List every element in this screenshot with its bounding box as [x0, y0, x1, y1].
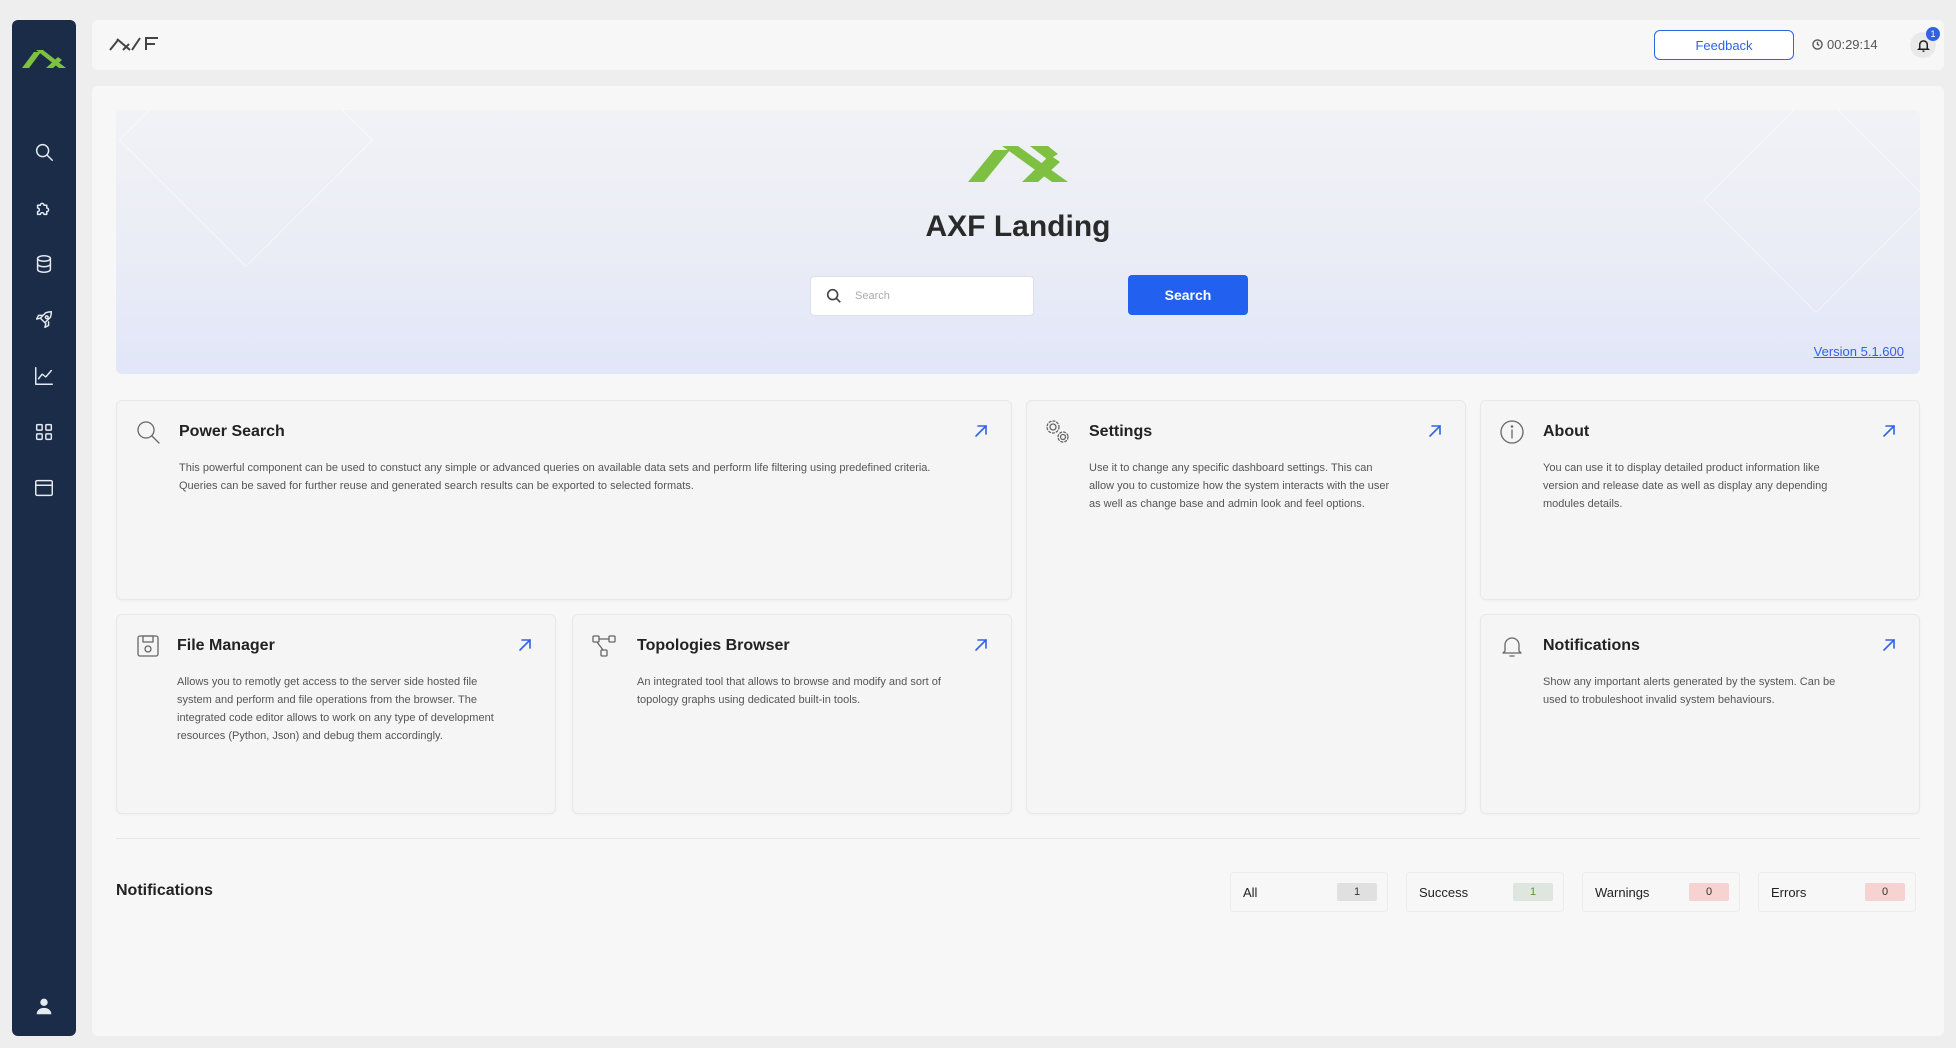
filter-label: All — [1243, 884, 1258, 900]
session-timer: 00:29:14 — [1812, 37, 1878, 52]
search-box — [810, 276, 1034, 316]
timer-value: 00:29:14 — [1827, 37, 1878, 52]
search-button[interactable]: Search — [1128, 275, 1248, 315]
axf-logo-icon[interactable] — [22, 46, 66, 72]
version-link[interactable]: Version 5.1.600 — [1814, 344, 1904, 359]
card-notifications[interactable]: Notifications Show any important alerts … — [1480, 614, 1920, 814]
card-settings[interactable]: Settings Use it to change any specific d… — [1026, 400, 1466, 814]
sidebar — [12, 20, 76, 1036]
card-title: File Manager — [177, 637, 275, 654]
open-arrow-icon[interactable] — [1881, 423, 1897, 439]
notification-count-badge: 1 — [1926, 27, 1940, 41]
filter-count-badge: 1 — [1513, 883, 1553, 901]
card-about[interactable]: About You can use it to display detailed… — [1480, 400, 1920, 600]
floppy-disk-icon — [135, 633, 161, 659]
info-icon — [1499, 419, 1525, 445]
rocket-icon — [35, 311, 53, 329]
filter-label: Success — [1419, 884, 1469, 900]
chart-line-icon — [35, 367, 53, 385]
filter-label: Errors — [1771, 884, 1807, 900]
sidebar-item-search[interactable] — [28, 136, 60, 168]
card-file-manager[interactable]: File Manager Allows you to remotly get a… — [116, 614, 556, 814]
open-arrow-icon[interactable] — [1881, 637, 1897, 653]
clock-icon — [1812, 39, 1823, 50]
divider — [116, 838, 1920, 839]
card-description: Show any important alerts generated by t… — [1543, 676, 1836, 706]
card-description: An integrated tool that allows to browse… — [637, 676, 941, 706]
topology-icon — [591, 633, 617, 659]
sidebar-item-browser[interactable] — [28, 472, 60, 504]
card-description: Allows you to remotly get access to the … — [177, 676, 494, 742]
sidebar-item-user[interactable] — [28, 990, 60, 1022]
axf-wordmark-icon[interactable] — [108, 34, 160, 54]
notifications-section-title: Notifications — [116, 882, 213, 899]
sidebar-item-deploy[interactable] — [28, 304, 60, 336]
main-content: AXF Landing Search Version 5.1.600 Power… — [92, 86, 1944, 1036]
window-icon — [35, 479, 53, 497]
card-title: About — [1543, 423, 1590, 440]
sidebar-item-analytics[interactable] — [28, 360, 60, 392]
axf-logo-icon — [968, 146, 1068, 182]
top-bar: Feedback 00:29:14 1 — [92, 20, 1944, 70]
sidebar-item-plugins[interactable] — [28, 192, 60, 224]
grid-icon — [35, 423, 53, 441]
search-icon — [826, 288, 841, 303]
open-arrow-icon[interactable] — [973, 423, 989, 439]
page-title: AXF Landing — [925, 210, 1111, 243]
filter-warnings[interactable]: Warnings 0 — [1582, 872, 1740, 912]
filter-count-badge: 0 — [1865, 883, 1905, 901]
puzzle-icon — [36, 202, 50, 216]
hero-banner: AXF Landing Search Version 5.1.600 — [116, 110, 1920, 374]
filter-label: Warnings — [1595, 884, 1650, 900]
search-input[interactable] — [855, 290, 1015, 302]
open-arrow-icon[interactable] — [517, 637, 533, 653]
notifications-bell-button[interactable]: 1 — [1910, 27, 1940, 58]
card-topologies-browser[interactable]: Topologies Browser An integrated tool th… — [572, 614, 1012, 814]
card-description: You can use it to display detailed produ… — [1543, 462, 1828, 510]
filter-errors[interactable]: Errors 0 — [1758, 872, 1916, 912]
card-title: Notifications — [1543, 637, 1640, 654]
filter-count-badge: 0 — [1689, 883, 1729, 901]
card-title: Topologies Browser — [637, 637, 790, 654]
search-icon — [135, 419, 161, 445]
user-icon — [36, 998, 52, 1015]
card-description: Use it to change any specific dashboard … — [1089, 462, 1390, 510]
search-icon — [35, 143, 53, 161]
card-title: Settings — [1089, 423, 1153, 440]
filter-count-badge: 1 — [1337, 883, 1377, 901]
database-icon — [36, 255, 52, 273]
card-title: Power Search — [179, 423, 285, 440]
feedback-button[interactable]: Feedback — [1654, 30, 1794, 60]
bell-icon — [1499, 633, 1525, 659]
card-description: This powerful component can be used to c… — [179, 462, 931, 492]
sidebar-item-database[interactable] — [28, 248, 60, 280]
filter-all[interactable]: All 1 — [1230, 872, 1388, 912]
gears-icon — [1045, 419, 1071, 445]
card-power-search[interactable]: Power Search This powerful component can… — [116, 400, 1012, 600]
open-arrow-icon[interactable] — [1427, 423, 1443, 439]
sidebar-item-modules[interactable] — [28, 416, 60, 448]
filter-success[interactable]: Success 1 — [1406, 872, 1564, 912]
open-arrow-icon[interactable] — [973, 637, 989, 653]
